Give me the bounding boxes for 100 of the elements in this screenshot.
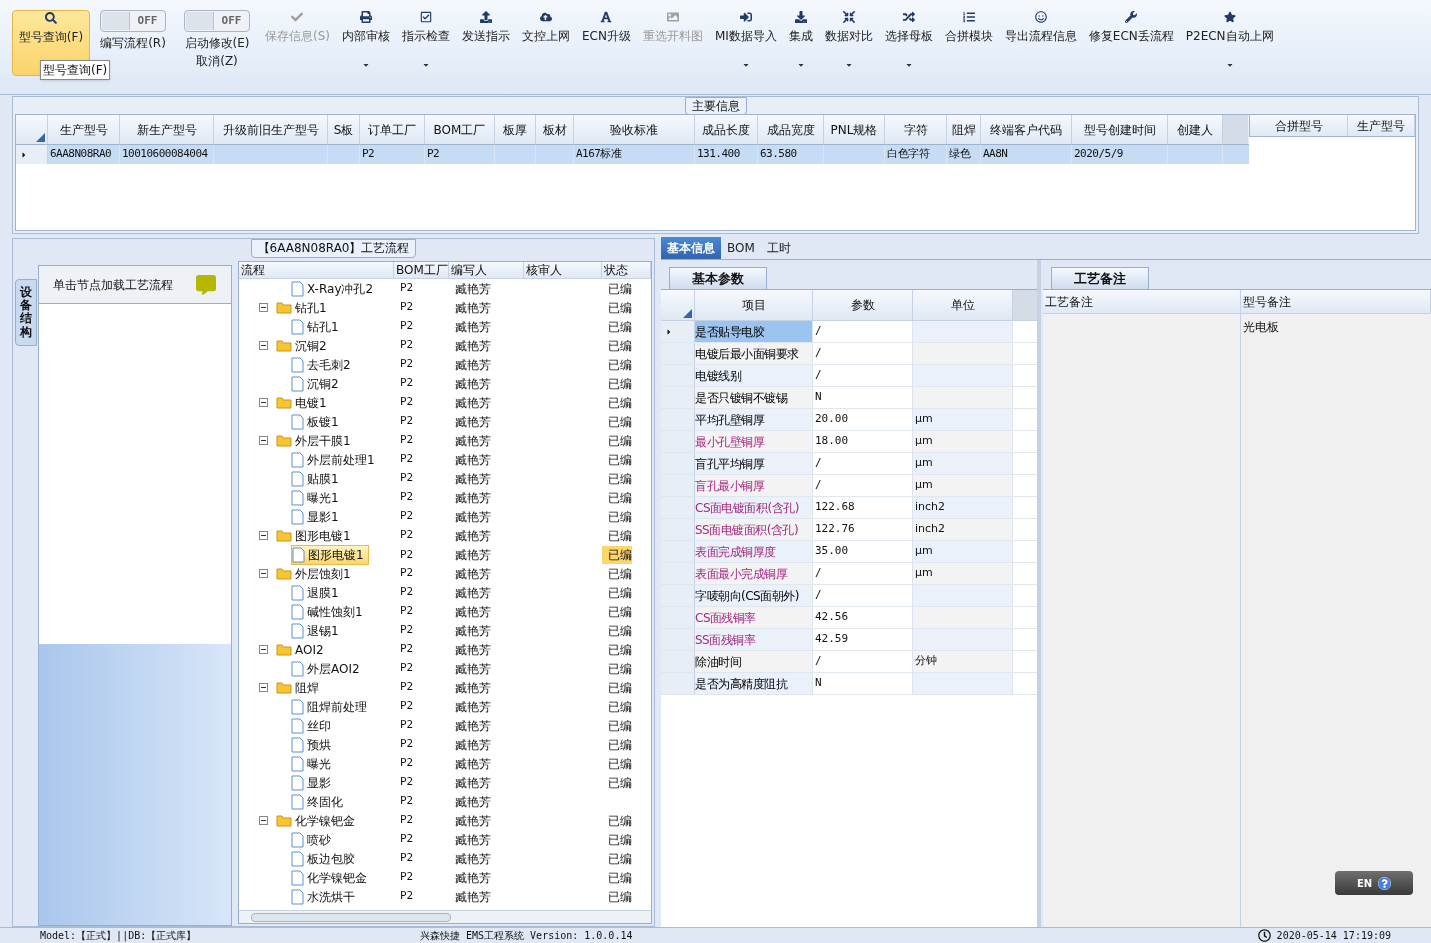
- table-cell-text: 臧艳芳: [454, 337, 491, 355]
- table-cell-text: P2: [399, 831, 414, 848]
- table-cell-text: 臧艳芳: [454, 356, 491, 374]
- section-title: 【6AA8N08RA0】工艺流程: [250, 239, 417, 258]
- column-header: 字符: [885, 115, 947, 144]
- table-cell-text: 已编: [607, 812, 632, 830]
- column-header: 项目: [695, 290, 813, 320]
- table-cell: μm: [913, 453, 1013, 474]
- table-cell-text: P2: [399, 622, 414, 639]
- column-header: 升级前旧生产型号: [214, 115, 328, 144]
- table-cell-text: P2: [399, 356, 414, 373]
- table-cell-text: 臧艳芳: [454, 432, 491, 450]
- table-cell-text: P2: [399, 660, 414, 677]
- column-header: 终端客户代码: [981, 115, 1072, 144]
- table-cell-text: 已编: [607, 869, 632, 887]
- table-cell: μm: [913, 541, 1013, 562]
- column-header: 参数: [813, 290, 913, 320]
- column-header: 状态: [602, 262, 651, 278]
- table-cell-text: 已编: [607, 299, 632, 317]
- table-cell-text: 臧艳芳: [454, 660, 491, 678]
- column-header: 验收标准: [574, 115, 695, 144]
- table-cell-text: 已编: [607, 755, 632, 773]
- table-cell: μm: [913, 431, 1013, 452]
- table-cell: 6AA8N08RA0: [48, 145, 120, 164]
- table-cell-text: 已编: [607, 717, 632, 735]
- table-cell-text: P2: [399, 584, 414, 601]
- table-cell-text: P2: [399, 736, 414, 753]
- table-cell-text: 已编: [607, 280, 632, 298]
- column-header: 阻焊: [947, 115, 981, 144]
- table-cell-text: 已编: [607, 774, 632, 792]
- column-header: 板材: [536, 115, 574, 144]
- table-cell-text: 臧艳芳: [454, 717, 491, 735]
- column-header: 型号创建时间: [1072, 115, 1168, 144]
- table-cell-text: 已编: [607, 451, 632, 469]
- table-cell-text: P2: [399, 470, 414, 487]
- table-cell-text: 已编: [607, 337, 632, 355]
- column-header: 生产型号: [48, 115, 120, 144]
- table-cell-text: P2: [399, 698, 414, 715]
- table-cell: 白色字符: [885, 145, 947, 164]
- table-cell-text: P2: [399, 451, 414, 468]
- table-cell-text: 已编: [607, 698, 632, 716]
- table-cell-text: 臧艳芳: [454, 584, 491, 602]
- toggle-state: OFF: [220, 12, 243, 29]
- table-cell-text: P2: [399, 641, 414, 658]
- section-title: 主要信息: [684, 97, 747, 115]
- table-cell-text: 臧艳芳: [454, 812, 491, 830]
- column-header: 成品宽度: [758, 115, 824, 144]
- table-cell-text: 已编: [607, 584, 632, 602]
- table-cell-text: 臧艳芳: [454, 299, 491, 317]
- table-cell-text: 已编: [607, 641, 632, 659]
- note-text: 光电板: [1243, 320, 1279, 334]
- table-cell-text: 臧艳芳: [454, 451, 491, 469]
- table-cell: P2: [425, 145, 495, 164]
- table-cell-text: P2: [399, 850, 414, 867]
- table-cell: P2: [360, 145, 425, 164]
- table-cell-text: P2: [399, 565, 414, 582]
- table-cell-text: 臧艳芳: [454, 470, 491, 488]
- table-cell-text: 臧艳芳: [454, 774, 491, 792]
- table-cell: μm: [913, 409, 1013, 430]
- column-header: 生产型号: [1348, 115, 1415, 136]
- table-cell-text: P2: [399, 299, 414, 316]
- table-cell: 2020/5/9: [1072, 145, 1168, 164]
- table-cell-text: 臧艳芳: [454, 413, 491, 431]
- table-cell: inch2: [913, 497, 1013, 518]
- toggle-state: OFF: [136, 12, 159, 29]
- table-cell-text: 已编: [607, 603, 632, 621]
- table-cell-text: P2: [399, 337, 414, 354]
- table-cell-text: P2: [399, 603, 414, 620]
- table-cell-text: 臧艳芳: [454, 679, 491, 697]
- column-header: 流程: [239, 262, 394, 278]
- table-cell-text: 已编: [607, 375, 632, 393]
- table-cell-text: P2: [399, 318, 414, 335]
- table-cell-text: P2: [399, 375, 414, 392]
- table-cell: 绿色: [947, 145, 981, 164]
- table-cell-text: 已编: [607, 736, 632, 754]
- column-header: 合拼型号: [1250, 115, 1348, 136]
- table-cell-text: 臧艳芳: [454, 394, 491, 412]
- table-cell: 已编: [602, 546, 632, 564]
- column-header: BOM工厂: [394, 262, 449, 278]
- status-time: 2020-05-14 17:19:09: [1276, 929, 1391, 943]
- table-cell-text: P2: [399, 679, 414, 696]
- table-cell: inch2: [913, 519, 1013, 540]
- status-text: 兴森快捷 EMS工程系统 Version: 1.0.0.14: [420, 929, 634, 943]
- table-cell-text: 已编: [607, 660, 632, 678]
- table-cell: μm: [913, 563, 1013, 584]
- table-cell-text: 臧艳芳: [454, 888, 491, 906]
- toggle-label: 启动修改(E): [184, 35, 250, 52]
- table-cell-text: 已编: [607, 413, 632, 431]
- table-cell-text: P2: [399, 527, 414, 544]
- table-cell: A167标准: [574, 145, 695, 164]
- table-cell-text: 臧艳芳: [454, 831, 491, 849]
- table-cell-text: 臧艳芳: [454, 755, 491, 773]
- table-cell-text: 臧艳芳: [454, 280, 491, 298]
- table-cell-text: 臧艳芳: [454, 736, 491, 754]
- table-cell-text: 臧艳芳: [454, 565, 491, 583]
- table-cell-text: 臧艳芳: [454, 318, 491, 336]
- table-cell-text: 已编: [607, 356, 632, 374]
- table-cell-text: 已编: [607, 527, 632, 545]
- table-cell: AA8N: [981, 145, 1072, 164]
- table-cell-text: 已编: [607, 888, 632, 906]
